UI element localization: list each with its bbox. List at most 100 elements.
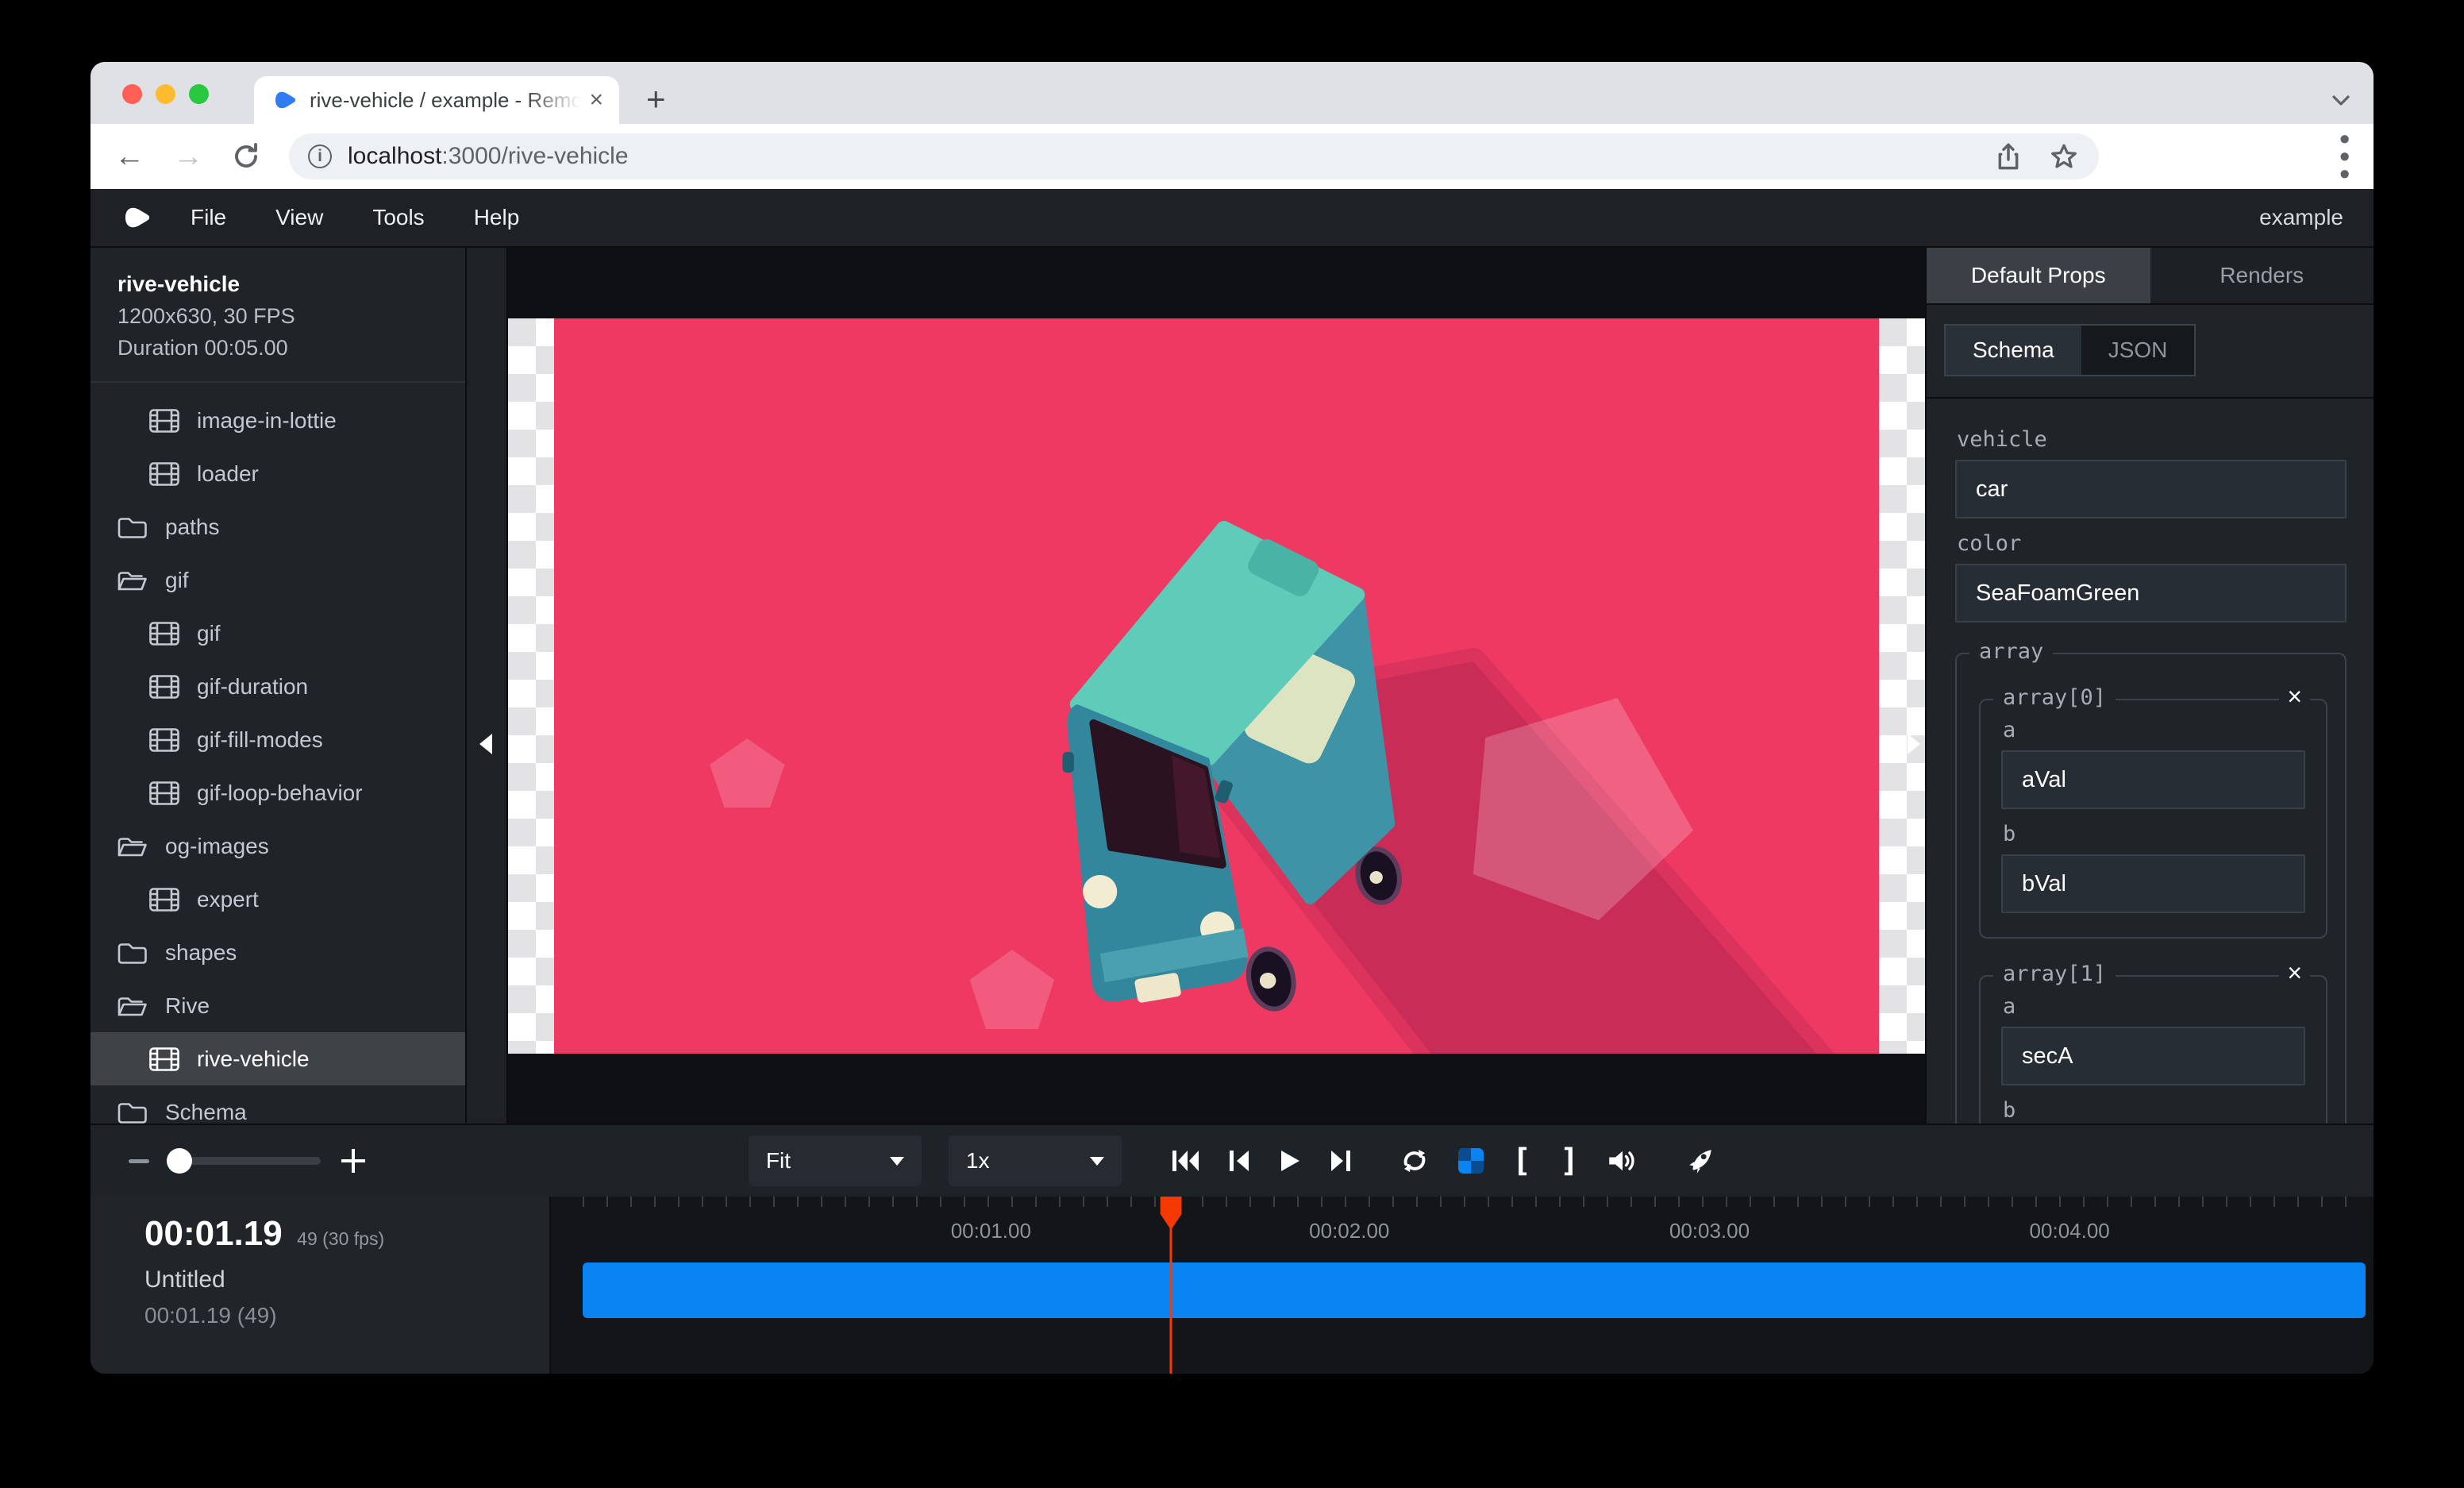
sidebar-item-paths[interactable]: paths	[90, 500, 465, 553]
chevron-down-icon	[890, 1157, 904, 1166]
reload-icon[interactable]	[232, 141, 260, 172]
in-marker-icon[interactable]: [	[1512, 1145, 1531, 1177]
ruler-label: 00:02.00	[1309, 1219, 1389, 1243]
sidebar-item-label: Schema	[165, 1100, 247, 1124]
out-marker-icon[interactable]: ]	[1560, 1145, 1579, 1177]
ruler-label: 00:03.00	[1669, 1219, 1750, 1243]
collapse-right-icon[interactable]	[1908, 734, 1920, 754]
new-tab-button[interactable]: +	[646, 83, 666, 116]
video-frame	[554, 318, 1879, 1054]
sidebar-item-gif-fill-modes[interactable]: gif-fill-modes	[90, 713, 465, 766]
folder-icon	[117, 515, 148, 539]
zoom-in-icon[interactable]	[341, 1149, 365, 1173]
zoom-slider[interactable]	[170, 1157, 321, 1165]
share-icon[interactable]	[1996, 141, 2021, 172]
chevron-down-icon[interactable]	[2329, 92, 2353, 110]
film-icon	[149, 675, 179, 699]
menu-tools[interactable]: Tools	[372, 205, 424, 230]
loop-icon[interactable]	[1399, 1147, 1430, 1174]
transparency-checker-left	[508, 318, 554, 1054]
composition-duration: Duration 00:05.00	[117, 336, 438, 360]
tab-default-props[interactable]: Default Props	[1927, 248, 2150, 303]
tab-strip: rive-vehicle / example - Remoti × +	[90, 62, 2374, 124]
array-item-0-legend: array[0]	[1993, 685, 2116, 710]
field-label-a: a	[2003, 718, 2305, 742]
previous-frame-icon[interactable]	[1230, 1148, 1250, 1174]
toggle-schema[interactable]: Schema	[1946, 326, 2081, 375]
menu-view[interactable]: View	[275, 205, 323, 230]
next-frame-icon[interactable]	[1330, 1148, 1350, 1174]
browser-tab[interactable]: rive-vehicle / example - Remoti ×	[254, 76, 619, 124]
play-icon[interactable]	[1279, 1148, 1301, 1174]
compositions-sidebar: rive-vehicle 1200x630, 30 FPS Duration 0…	[90, 248, 467, 1124]
track-duration: 00:01.19 (49)	[144, 1303, 549, 1328]
back-icon[interactable]: ←	[114, 141, 144, 172]
pentagon-shape	[969, 950, 1054, 1029]
timeline: 00:01.19 49 (30 fps) Untitled 00:01.19 (…	[90, 1197, 2374, 1374]
ruler-label: 00:04.00	[2030, 1219, 2110, 1243]
menu-help[interactable]: Help	[474, 205, 520, 230]
sidebar-item-gif-duration[interactable]: gif-duration	[90, 660, 465, 713]
address-bar[interactable]: i localhost:3000/rive-vehicle	[289, 133, 2099, 179]
vehicle-input[interactable]	[1955, 460, 2347, 518]
close-window-button[interactable]	[122, 84, 142, 104]
array-0-b-input[interactable]	[2001, 854, 2305, 913]
maximize-window-button[interactable]	[189, 84, 209, 104]
site-info-icon[interactable]: i	[308, 145, 332, 168]
film-icon	[149, 462, 179, 486]
menu-file[interactable]: File	[191, 205, 226, 230]
sidebar-item-label: gif-duration	[197, 674, 308, 700]
tab-close-icon[interactable]: ×	[589, 88, 603, 112]
folder-icon	[117, 1101, 148, 1124]
sidebar-item-gif-loop-behavior[interactable]: gif-loop-behavior	[90, 766, 465, 819]
remove-array-item-icon[interactable]: ×	[2279, 958, 2310, 988]
sidebar-item-gif[interactable]: gif	[90, 607, 465, 660]
collapse-left-icon[interactable]	[479, 734, 492, 754]
film-icon	[149, 1047, 179, 1071]
film-icon	[149, 888, 179, 912]
playhead-handle[interactable]	[1161, 1197, 1182, 1230]
zoom-slider-thumb[interactable]	[167, 1148, 192, 1174]
url-text: localhost:3000/rive-vehicle	[348, 143, 629, 170]
sidebar-item-schema[interactable]: Schema	[90, 1085, 465, 1124]
remove-array-item-icon[interactable]: ×	[2279, 681, 2310, 711]
timeline-track-bar[interactable]	[583, 1262, 2366, 1318]
array-1-a-input[interactable]	[2001, 1027, 2305, 1085]
track-name: Untitled	[144, 1266, 549, 1293]
sidebar-item-expert[interactable]: expert	[90, 873, 465, 926]
zoom-out-icon[interactable]	[129, 1159, 149, 1163]
sidebar-item-loader[interactable]: loader	[90, 447, 465, 500]
tab-renders[interactable]: Renders	[2150, 248, 2374, 303]
mode-toggle-row: Schema JSON	[1927, 305, 2374, 399]
sidebar-item-label: Rive	[165, 993, 210, 1019]
composition-info: rive-vehicle 1200x630, 30 FPS Duration 0…	[90, 248, 465, 383]
jump-to-start-icon[interactable]	[1172, 1148, 1201, 1174]
sidebar-item-shapes[interactable]: shapes	[90, 926, 465, 979]
sidebar-item-label: rive-vehicle	[197, 1047, 310, 1072]
sidebar-item-gif-folder[interactable]: gif	[90, 553, 465, 607]
speed-select[interactable]: 1x	[949, 1135, 1122, 1186]
sidebar-collapse-gutter[interactable]	[467, 248, 508, 1124]
array-0-a-input[interactable]	[2001, 750, 2305, 809]
sidebar-item-image-in-lottie[interactable]: image-in-lottie	[90, 394, 465, 447]
browser-menu-icon[interactable]: •••	[2339, 130, 2350, 183]
sidebar-item-label: og-images	[165, 834, 269, 859]
rocket-icon[interactable]	[1687, 1147, 1715, 1175]
array-item-0: array[0] × a b	[1979, 699, 2327, 939]
forward-icon[interactable]: →	[173, 141, 203, 172]
volume-icon[interactable]	[1607, 1147, 1638, 1174]
size-select[interactable]: Fit	[749, 1135, 922, 1186]
minimize-window-button[interactable]	[156, 84, 175, 104]
composition-list: image-in-lottie loader paths gif gif	[90, 383, 465, 1124]
toggle-json[interactable]: JSON	[2081, 326, 2195, 375]
timeline-tracks-area[interactable]: 00:01.00 00:02.00 00:03.00 00:04.00	[583, 1197, 2366, 1374]
transport-buttons: [ ]	[1172, 1145, 1715, 1177]
bookmark-star-icon[interactable]	[2050, 142, 2078, 171]
sidebar-item-og-images[interactable]: og-images	[90, 819, 465, 873]
color-input[interactable]	[1955, 564, 2347, 623]
remotion-logo-icon[interactable]	[121, 203, 149, 232]
sidebar-item-rive-folder[interactable]: Rive	[90, 979, 465, 1032]
transparency-toggle-icon[interactable]	[1458, 1148, 1484, 1174]
sidebar-item-rive-vehicle[interactable]: rive-vehicle	[90, 1032, 465, 1085]
array-legend: array	[1969, 639, 2053, 664]
